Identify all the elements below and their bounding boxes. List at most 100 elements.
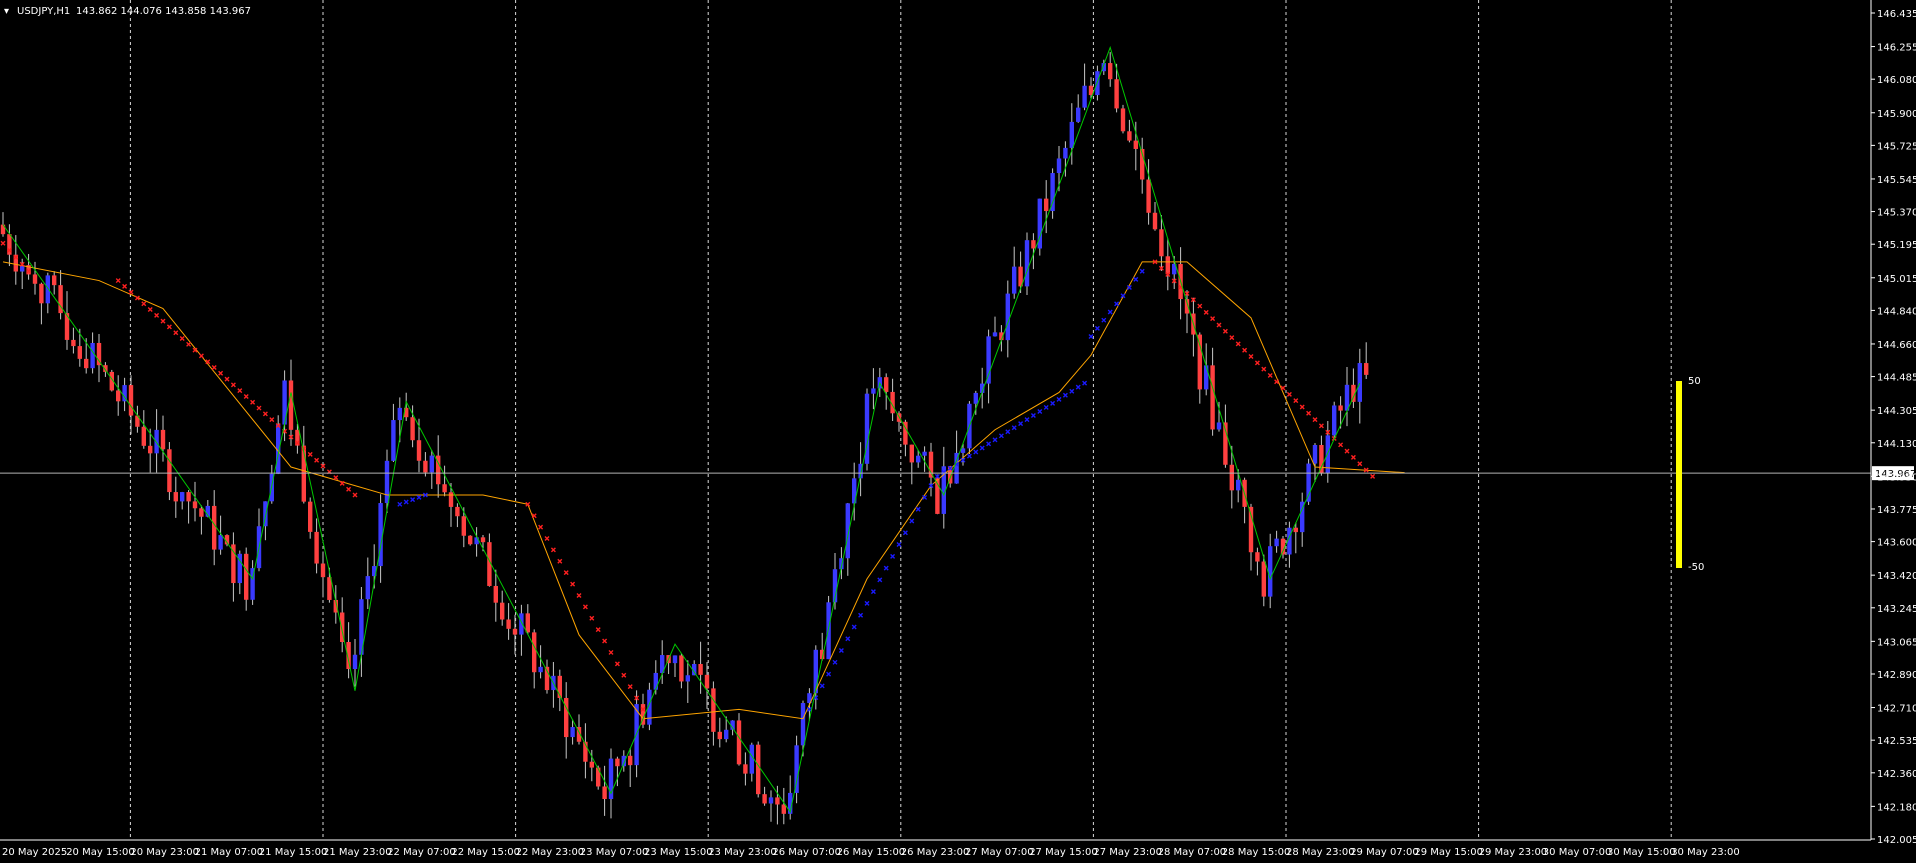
candle-bear	[717, 731, 722, 740]
candle-bear	[704, 674, 710, 689]
time-tick-label: 29 May 07:00	[1350, 847, 1419, 858]
candle-bull	[922, 451, 927, 456]
candle-bull	[1268, 546, 1273, 597]
price-tick-label: 143.420	[1877, 571, 1916, 582]
candle-bear	[116, 390, 121, 402]
candle-bear	[525, 613, 530, 633]
candle-bear	[1133, 140, 1138, 149]
candle-bull	[685, 675, 690, 682]
candle-bear	[628, 755, 633, 766]
time-tick-label: 29 May 15:00	[1414, 847, 1483, 858]
candle-bull	[1076, 107, 1081, 122]
candle-bear	[442, 484, 447, 493]
candle-bull	[1069, 121, 1074, 148]
candle-bear	[736, 720, 742, 765]
candle-bear	[1108, 63, 1113, 80]
time-tick-label: 27 May 23:00	[1093, 847, 1162, 858]
candle-bear	[148, 445, 153, 454]
price-tick-label: 145.195	[1877, 240, 1916, 251]
chart-header: ▾ USDJPY,H1 143.862 144.076 143.858 143.…	[4, 6, 251, 17]
candle-bear	[1293, 527, 1298, 533]
candle-bear	[781, 804, 786, 814]
candle-bear	[32, 274, 38, 284]
candle-bear	[743, 764, 748, 774]
candle-bull	[1357, 363, 1362, 402]
price-tick-label: 143.950	[1877, 472, 1916, 483]
candle-bull	[1024, 240, 1030, 287]
price-tick-label: 144.305	[1877, 406, 1916, 417]
candle-bear	[928, 451, 934, 478]
price-tick-label: 144.660	[1877, 340, 1916, 351]
candle-bear	[762, 794, 767, 804]
price-tick-label: 142.360	[1877, 769, 1916, 780]
candle-bull	[90, 342, 95, 369]
candle-bull	[973, 392, 978, 404]
candle-bear	[128, 385, 134, 416]
candle-bull	[672, 655, 678, 664]
candle-bull	[653, 672, 658, 690]
candle-bear	[288, 380, 294, 430]
time-tick-label: 26 May 15:00	[837, 847, 906, 858]
candle-bull	[871, 388, 876, 394]
candle-bear	[589, 761, 594, 768]
price-chart[interactable]: 143.967 50 -50 146.435146.255146.080145.…	[0, 0, 1916, 863]
time-tick-label: 20 May 2025	[2, 847, 67, 858]
candle-bear	[493, 585, 498, 603]
time-tick-label: 29 May 23:00	[1479, 847, 1548, 858]
candle-bear	[1165, 256, 1170, 275]
candle-bull	[570, 727, 575, 738]
price-tick-label: 144.485	[1877, 373, 1916, 384]
candle-bear	[500, 602, 505, 620]
price-tick-label: 145.545	[1877, 175, 1916, 186]
symbol-label: USDJPY,H1	[17, 6, 70, 17]
candle-bull	[397, 407, 402, 421]
price-tick-label: 143.245	[1877, 604, 1916, 615]
time-tick-label: 28 May 23:00	[1286, 847, 1355, 858]
time-tick-label: 22 May 15:00	[451, 847, 520, 858]
candle-bull	[826, 602, 831, 660]
candle-bear	[244, 553, 249, 600]
candle-bull	[1312, 444, 1318, 464]
price-tick-label: 142.710	[1877, 704, 1916, 715]
time-tick-label: 30 May 07:00	[1543, 847, 1612, 858]
candle-bull	[1236, 479, 1241, 491]
candle-bear	[1197, 334, 1202, 390]
candle-bear	[775, 797, 780, 805]
candle-bull	[724, 729, 729, 740]
candle-bull	[1332, 405, 1337, 436]
candle-bull	[352, 654, 358, 669]
ohlc-values: 143.862 144.076 143.858 143.967	[76, 6, 251, 17]
candle-bull	[384, 460, 390, 504]
candle-bull	[1063, 147, 1068, 159]
price-tick-label: 146.435	[1877, 9, 1916, 20]
time-tick-label: 23 May 07:00	[580, 847, 649, 858]
candle-bear	[199, 508, 204, 517]
price-tick-label: 142.180	[1877, 802, 1916, 813]
time-tick-label: 22 May 23:00	[516, 847, 585, 858]
candle-bear	[423, 460, 428, 473]
time-tick-label: 30 May 15:00	[1607, 847, 1676, 858]
candle-bear	[1319, 444, 1324, 474]
time-tick-label: 27 May 15:00	[1029, 847, 1098, 858]
price-tick-label: 145.725	[1877, 141, 1916, 152]
candle-bear	[884, 377, 889, 392]
candle-bear	[596, 767, 601, 787]
time-tick-label: 23 May 15:00	[644, 847, 713, 858]
time-tick-label: 26 May 07:00	[772, 847, 841, 858]
candle-bear	[77, 346, 82, 359]
candle-bear	[1159, 229, 1164, 257]
candle-bull	[794, 745, 799, 793]
time-tick-label: 27 May 07:00	[965, 847, 1034, 858]
candle-bull	[992, 332, 998, 337]
candle-bear	[416, 440, 422, 461]
candle-bear	[698, 663, 703, 675]
price-tick-label: 142.890	[1877, 670, 1916, 681]
dropdown-icon[interactable]: ▾	[4, 6, 9, 17]
candle-bear	[1031, 240, 1036, 249]
candle-bear	[602, 786, 607, 800]
candle-bull	[1012, 266, 1017, 294]
candle-bear	[1152, 212, 1158, 230]
time-tick-label: 21 May 15:00	[259, 847, 328, 858]
candle-bear	[679, 655, 684, 682]
candle-bear	[160, 429, 166, 450]
